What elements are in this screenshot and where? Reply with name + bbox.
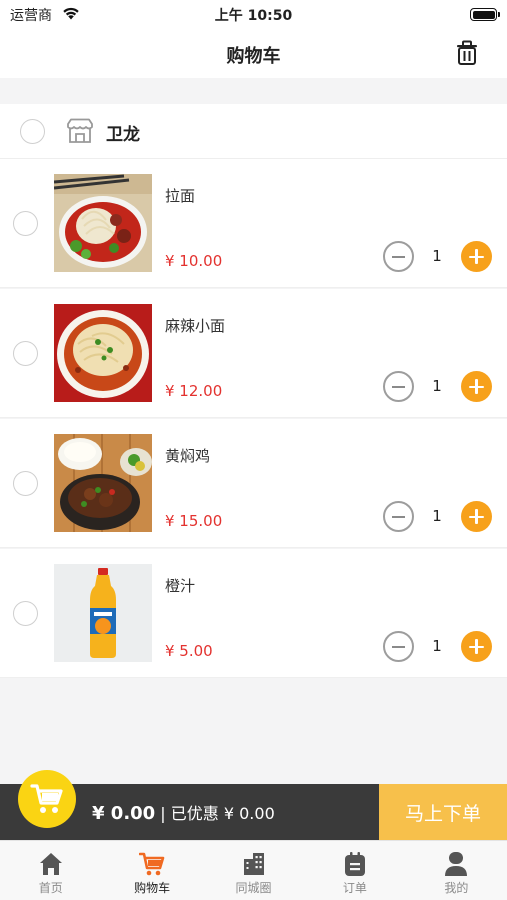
cart-item: 黄焖鸡 ¥ 15.00 1	[0, 419, 507, 548]
building-icon	[243, 853, 264, 875]
tab-cart[interactable]: 购物车	[101, 841, 202, 900]
item-image-orange-juice[interactable]	[54, 564, 152, 662]
cart-button[interactable]	[18, 770, 76, 828]
cart-item: 拉面 ¥ 10.00 1	[0, 159, 507, 288]
item-name: 橙汁	[165, 577, 196, 595]
item-image-braised-chicken[interactable]	[54, 434, 152, 532]
item-select-radio[interactable]	[13, 211, 38, 236]
tab-label: 购物车	[134, 881, 171, 895]
page-title: 购物车	[226, 46, 281, 67]
item-select-radio[interactable]	[13, 601, 38, 626]
trash-icon[interactable]	[455, 40, 479, 66]
total-amount: ¥ 0.00	[92, 803, 156, 824]
shop-header: 卫龙	[0, 104, 507, 159]
tab-label: 订单	[342, 881, 367, 895]
battery-icon	[470, 8, 500, 21]
item-name: 拉面	[165, 187, 196, 205]
item-image-spicy-noodles[interactable]	[54, 304, 152, 402]
cart-icon	[30, 784, 63, 813]
shop-name: 卫龙	[106, 125, 140, 145]
discount-text: | 已优惠 ¥ 0.00	[160, 804, 275, 823]
user-icon	[445, 852, 468, 876]
cart-item: 麻辣小面 ¥ 12.00 1	[0, 289, 507, 418]
increase-quantity-button[interactable]	[461, 501, 492, 532]
item-price: ¥ 15.00	[165, 512, 223, 530]
increase-quantity-button[interactable]	[461, 631, 492, 662]
item-quantity: 1	[432, 507, 442, 525]
item-name: 麻辣小面	[165, 317, 226, 335]
tab-profile[interactable]: 我的	[406, 841, 507, 900]
item-price: ¥ 5.00	[165, 642, 213, 660]
shop-select-radio[interactable]	[20, 119, 45, 144]
item-quantity: 1	[432, 247, 442, 265]
status-time: 上午 10:50	[214, 8, 293, 24]
decrease-quantity-button[interactable]	[383, 501, 414, 532]
item-image-ramen[interactable]	[54, 174, 152, 272]
decrease-quantity-button[interactable]	[383, 241, 414, 272]
item-select-radio[interactable]	[13, 471, 38, 496]
item-select-radio[interactable]	[13, 341, 38, 366]
cart-icon	[139, 852, 165, 876]
store-icon	[67, 118, 93, 143]
item-quantity: 1	[432, 637, 442, 655]
tab-label: 同城圈	[235, 881, 272, 895]
tab-bar: 首页 购物车 同城圈 订单 我的	[0, 840, 507, 900]
status-bar: 运营商 上午 10:50	[0, 0, 507, 30]
place-order-button[interactable]: 马上下单	[379, 784, 507, 840]
tab-local-circle[interactable]: 同城圈	[203, 841, 304, 900]
home-icon	[39, 853, 62, 875]
cart-item: 橙汁 ¥ 5.00 1	[0, 549, 507, 678]
item-price: ¥ 10.00	[165, 252, 223, 270]
tab-orders[interactable]: 订单	[304, 841, 405, 900]
decrease-quantity-button[interactable]	[383, 631, 414, 662]
increase-quantity-button[interactable]	[461, 371, 492, 402]
order-icon	[344, 852, 365, 876]
total-summary: ¥ 0.00 | 已优惠 ¥ 0.00	[92, 800, 275, 824]
item-quantity: 1	[432, 377, 442, 395]
tab-home[interactable]: 首页	[0, 841, 101, 900]
nav-bar: 购物车	[0, 30, 507, 78]
decrease-quantity-button[interactable]	[383, 371, 414, 402]
increase-quantity-button[interactable]	[461, 241, 492, 272]
item-price: ¥ 12.00	[165, 382, 223, 400]
tab-label: 首页	[38, 881, 63, 895]
tab-label: 我的	[444, 881, 469, 895]
item-name: 黄焖鸡	[165, 447, 211, 465]
